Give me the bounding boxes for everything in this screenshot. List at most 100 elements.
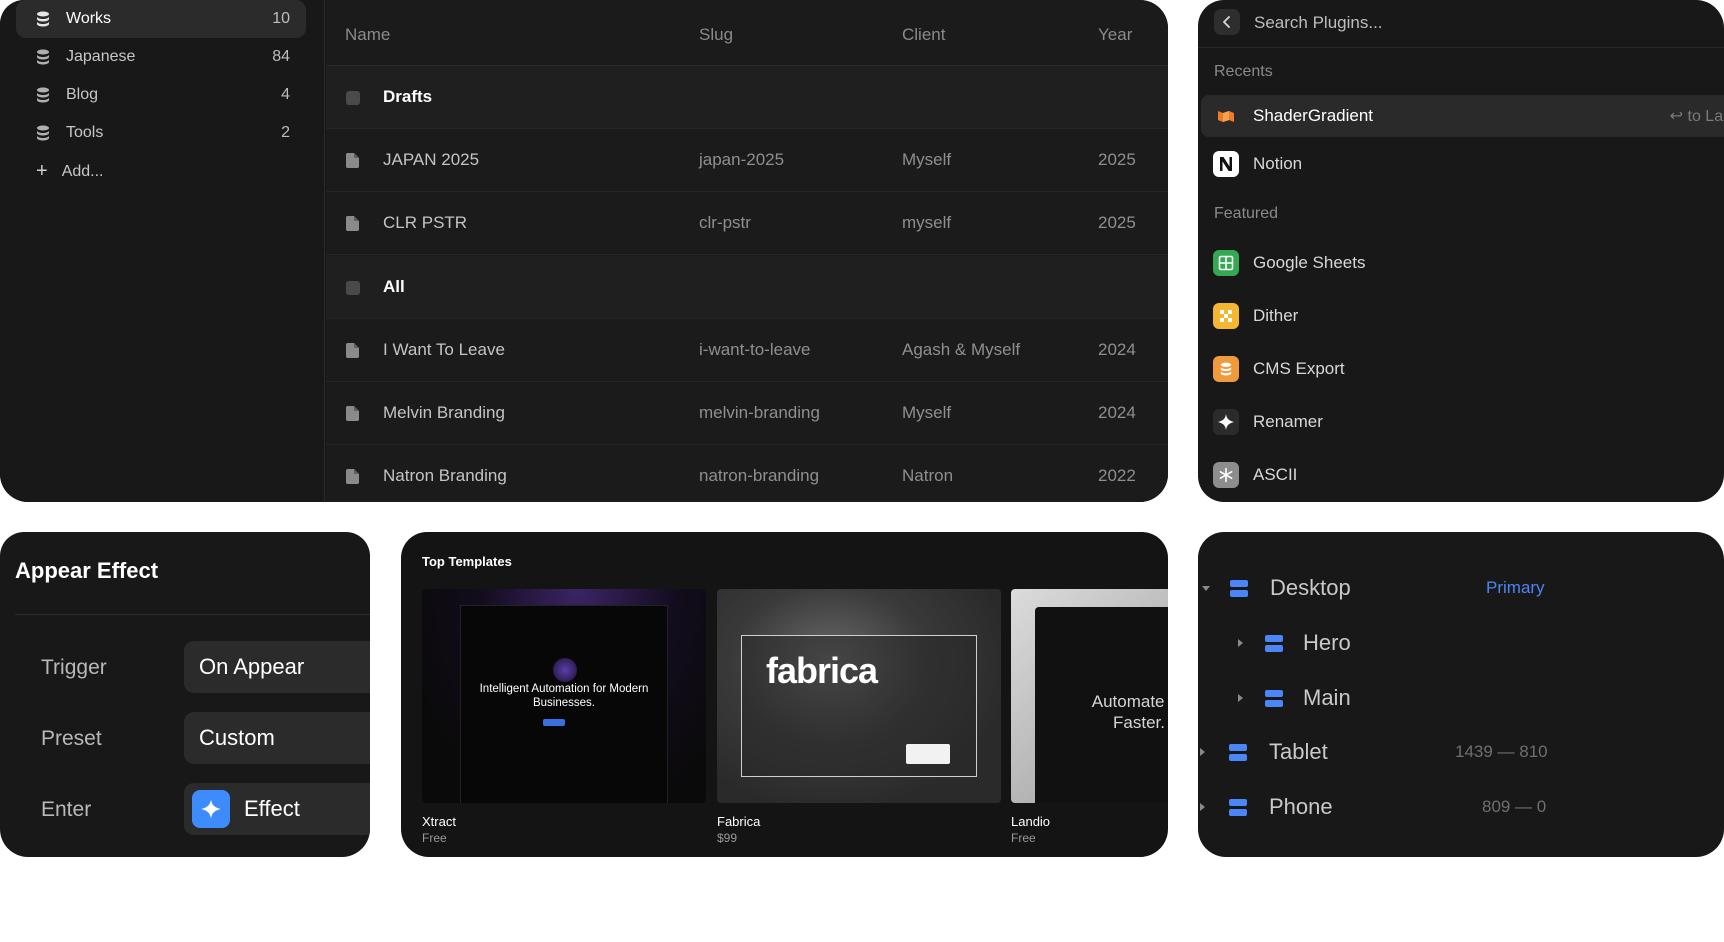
cms-export-icon — [1213, 356, 1239, 382]
column-header-name[interactable]: Name — [345, 25, 390, 45]
enter-hint: ↩ to Lau — [1669, 108, 1724, 125]
chevron-right-icon[interactable] — [1238, 694, 1243, 702]
sparkle-icon — [192, 790, 230, 828]
template-price: $99 — [717, 831, 738, 845]
breakpoint-icon — [1265, 634, 1283, 652]
primary-badge: Primary — [1486, 578, 1545, 597]
trigger-select[interactable]: On Appear — [184, 641, 370, 693]
group-row-all[interactable]: All — [326, 256, 1168, 319]
breakpoint-icon — [1229, 743, 1247, 761]
database-icon — [36, 11, 50, 27]
search-input[interactable]: Search Plugins... — [1254, 13, 1383, 33]
sidebar-item-blog[interactable]: Blog 4 — [16, 76, 306, 114]
cell-client: Natron — [902, 466, 954, 485]
plugin-name: ShaderGradient — [1253, 106, 1374, 125]
plugin-name: Renamer — [1253, 412, 1323, 431]
cell-year: 2024 — [1098, 340, 1136, 359]
layer-main[interactable]: Main — [1238, 678, 1724, 718]
sidebar-item-label: Works — [66, 10, 112, 27]
plugin-name: Dither — [1253, 306, 1299, 325]
cell-year: 2024 — [1098, 403, 1136, 422]
file-icon — [346, 343, 359, 358]
trigger-label: Trigger — [41, 656, 107, 679]
orb-graphic — [553, 658, 577, 682]
chevron-right-icon[interactable] — [1238, 639, 1243, 647]
plugin-item-cms-export[interactable]: CMS Export — [1201, 348, 1724, 390]
table-row[interactable]: Natron Branding natron-branding Natron 2… — [326, 445, 1168, 502]
plus-icon: + — [36, 160, 48, 182]
plugin-item-dither[interactable]: Dither — [1201, 295, 1724, 337]
chevron-right-icon[interactable] — [1200, 803, 1205, 811]
breakpoint-icon — [1230, 579, 1248, 597]
sidebar-item-japanese[interactable]: Japanese 84 — [16, 38, 306, 76]
enter-value: Effect — [244, 796, 300, 821]
column-header-year[interactable]: Year — [1098, 25, 1132, 45]
layer-tablet[interactable]: Tablet 1439 — 810 — [1200, 732, 1724, 772]
cell-client: myself — [902, 213, 952, 232]
sidebar-item-tools[interactable]: Tools 2 — [16, 114, 306, 152]
file-icon — [346, 469, 359, 484]
top-templates-panel: Top Templates Intelligent Automation for… — [401, 532, 1168, 857]
table-row[interactable]: Melvin Branding melvin-branding Myself 2… — [326, 382, 1168, 445]
sidebar-item-label: Tools — [66, 124, 104, 141]
layer-hero[interactable]: Hero — [1238, 623, 1724, 663]
plugin-item-renamer[interactable]: Renamer — [1201, 401, 1724, 443]
plugin-item-notion[interactable]: Notion — [1201, 143, 1724, 185]
layer-phone[interactable]: Phone 809 — 0 — [1200, 787, 1724, 827]
template-title: Landio — [1011, 814, 1051, 829]
template-card-fabrica[interactable]: fabrica — [717, 589, 1001, 803]
preset-select[interactable]: Custom — [184, 712, 370, 764]
plugin-item-shadergradient[interactable]: ShaderGradient ↩ to Lau — [1201, 95, 1724, 137]
cell-name: I Want To Leave — [383, 340, 505, 359]
database-icon — [36, 49, 50, 65]
column-header-client[interactable]: Client — [902, 25, 945, 45]
template-price: Free — [422, 831, 447, 845]
add-label: Add... — [61, 162, 104, 180]
template-title: Xtract — [422, 814, 456, 829]
table-row[interactable]: CLR PSTR clr-pstr myself 2025 — [326, 192, 1168, 255]
cell-client: Agash & Myself — [902, 340, 1021, 359]
item-count: 10 — [272, 10, 290, 27]
cell-name: Melvin Branding — [383, 403, 505, 422]
layer-name: Tablet — [1269, 739, 1328, 764]
cell-slug: clr-pstr — [699, 213, 751, 232]
dither-icon — [1213, 303, 1239, 329]
chevron-right-icon[interactable] — [1200, 748, 1205, 756]
sidebar-item-label: Blog — [66, 86, 99, 103]
table-row[interactable]: JAPAN 2025 japan-2025 Myself 2025 — [326, 129, 1168, 192]
plugin-item-ascii[interactable]: ASCII — [1201, 454, 1724, 496]
plugin-name: Notion — [1253, 154, 1303, 173]
cell-year: 2025 — [1098, 213, 1136, 232]
checkbox[interactable] — [346, 91, 360, 105]
back-button[interactable] — [1214, 9, 1240, 35]
sidebar-item-works[interactable]: Works 10 — [16, 0, 306, 38]
checkbox[interactable] — [346, 281, 360, 295]
preset-value: Custom — [199, 725, 275, 750]
cell-slug: melvin-branding — [699, 403, 820, 422]
template-card-landio[interactable]: Automate Sr Faster. — [1011, 589, 1168, 803]
table-row[interactable]: I Want To Leave i-want-to-leave Agash & … — [326, 319, 1168, 382]
add-collection-button[interactable]: + Add... — [36, 160, 104, 183]
template-hero-text: fabrica — [766, 650, 878, 691]
cell-name: CLR PSTR — [383, 213, 468, 232]
enter-effect-field[interactable]: Effect — [184, 783, 370, 835]
plugin-item-google-sheets[interactable]: Google Sheets — [1201, 242, 1724, 284]
template-card-xtract[interactable]: Intelligent Automation for Modern Busine… — [422, 589, 706, 803]
column-header-slug[interactable]: Slug — [699, 25, 733, 45]
group-row-drafts[interactable]: Drafts — [326, 66, 1168, 129]
template-hero-text: Intelligent Automation for Modern Busine… — [479, 683, 649, 709]
table-header: Name Slug Client Year — [326, 0, 1168, 66]
plugin-search-bar: Search Plugins... — [1198, 0, 1724, 48]
plugins-panel: Search Plugins... Recents ShaderGradient… — [1198, 0, 1724, 502]
card-graphic — [906, 744, 950, 764]
group-name: All — [383, 277, 405, 296]
item-count: 84 — [272, 48, 290, 65]
cell-client: Myself — [902, 150, 952, 169]
featured-heading: Featured — [1214, 205, 1279, 222]
layer-name: Phone — [1269, 794, 1333, 819]
cta-graphic — [543, 719, 565, 726]
chevron-down-icon[interactable] — [1202, 585, 1210, 591]
item-count: 2 — [281, 124, 290, 141]
layer-name: Desktop — [1270, 575, 1351, 600]
layer-desktop[interactable]: Desktop Primary — [1202, 568, 1724, 608]
